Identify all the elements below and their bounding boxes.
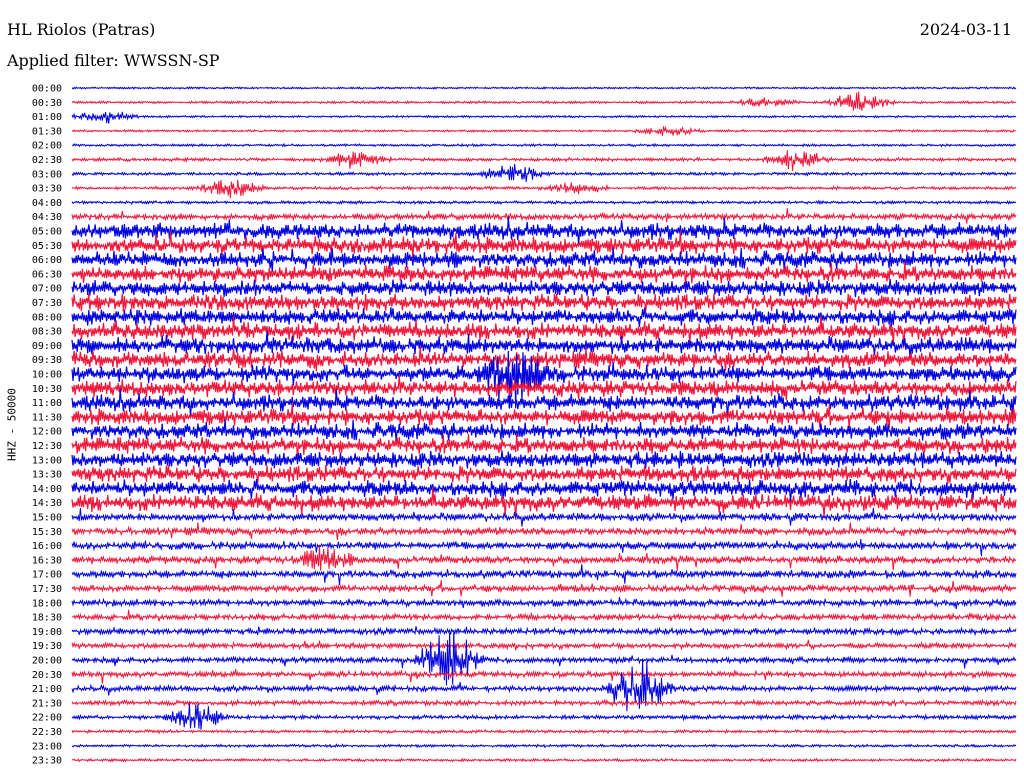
seismic-trace-line	[71, 545, 1017, 571]
time-tick-label: 12:30	[32, 441, 62, 452]
seismic-trace-line	[71, 757, 1017, 763]
seismic-trace-line	[71, 208, 1017, 224]
time-tick-label: 12:00	[32, 427, 62, 438]
time-tick-label: 10:00	[32, 370, 62, 381]
time-tick-label: 11:30	[32, 412, 62, 423]
seismic-trace-line	[71, 85, 1017, 90]
time-tick-label: 07:30	[32, 298, 62, 309]
seismic-trace-line	[71, 698, 1017, 708]
seismic-trace-line	[71, 564, 1017, 586]
time-tick-label: 07:00	[32, 284, 62, 295]
seismic-trace-line	[71, 743, 1017, 749]
time-tick-label: 22:00	[32, 713, 62, 724]
seismic-trace-line	[71, 609, 1017, 623]
time-tick-label: 06:00	[32, 255, 62, 266]
time-tick-label: 19:00	[32, 627, 62, 638]
seismic-trace-line	[71, 307, 1017, 328]
time-tick-label: 11:00	[32, 398, 62, 409]
seismic-trace-line	[71, 388, 1017, 417]
seismic-trace-line	[71, 728, 1017, 735]
seismic-trace-line	[71, 199, 1017, 206]
seismic-trace-line	[71, 216, 1017, 246]
time-tick-label: 13:30	[32, 470, 62, 481]
time-tick-label: 04:30	[32, 212, 62, 223]
time-tick-label: 14:00	[32, 484, 62, 495]
seismic-trace-line	[71, 597, 1017, 610]
time-tick-label: 03:00	[32, 169, 62, 180]
seismic-trace-line	[71, 279, 1017, 298]
time-tick-label: 21:30	[32, 698, 62, 709]
time-tick-label: 14:30	[32, 498, 62, 509]
seismic-trace-line	[71, 150, 1017, 172]
seismic-trace-line	[71, 111, 1017, 124]
time-tick-label: 16:00	[32, 541, 62, 552]
time-tick-label: 18:00	[32, 598, 62, 609]
seismic-trace-line	[71, 125, 1016, 136]
time-tick-label: 21:00	[32, 684, 62, 695]
seismic-trace-line	[71, 538, 1017, 557]
seismic-trace-line	[71, 450, 1017, 469]
seismic-trace-line	[71, 464, 1017, 484]
time-tick-label: 20:30	[32, 670, 62, 681]
seismic-trace-line	[71, 703, 1017, 730]
seismic-trace-line	[71, 639, 1017, 651]
seismic-trace-line	[71, 629, 1017, 686]
time-tick-label: 09:30	[32, 355, 62, 366]
seismic-trace-line	[71, 579, 1017, 597]
time-tick-label: 02:30	[32, 155, 62, 166]
time-tick-label: 08:30	[32, 327, 62, 338]
time-tick-label: 01:00	[32, 112, 62, 123]
helicorder-plot: 00:00 00:30 01:00 01:30 02:00 02:30 03:00 03:30…	[32, 84, 1017, 767]
time-tick-label: 06:30	[32, 269, 62, 280]
time-tick-label: 17:00	[32, 570, 62, 581]
time-tick-label: 03:30	[32, 184, 62, 195]
time-tick-label: 05:00	[32, 227, 62, 238]
seismic-trace-line	[71, 163, 1017, 182]
seismic-trace-line	[71, 669, 1017, 684]
time-tick-label: 23:00	[32, 741, 62, 752]
seismic-trace-line	[71, 293, 1017, 312]
time-tick-label: 01:30	[32, 126, 62, 137]
seismic-trace-line	[71, 625, 1017, 637]
time-tick-label: 22:30	[32, 727, 62, 738]
time-tick-label: 20:00	[32, 656, 62, 667]
time-tick-label: 05:30	[32, 241, 62, 252]
time-tick-label: 13:00	[32, 455, 62, 466]
time-tick-label: 19:30	[32, 641, 62, 652]
time-tick-label: 00:00	[32, 84, 62, 95]
time-tick-label: 16:30	[32, 555, 62, 566]
time-tick-label: 18:30	[32, 613, 62, 624]
seismic-trace-line	[71, 91, 1017, 111]
seismic-trace-line	[71, 522, 1017, 540]
time-tick-label: 09:00	[32, 341, 62, 352]
time-tick-label: 04:00	[32, 198, 62, 209]
time-tick-label: 15:00	[32, 513, 62, 524]
time-tick-label: 08:00	[32, 312, 62, 323]
seismic-trace-line	[71, 179, 1017, 198]
seismic-trace-line	[71, 247, 1017, 272]
time-tick-label: 02:00	[32, 141, 62, 152]
seismic-trace-line	[71, 433, 1017, 459]
seismic-trace-line	[71, 142, 1017, 148]
time-tick-label: 23:30	[32, 756, 62, 767]
time-tick-label: 10:30	[32, 384, 62, 395]
time-tick-label: 15:30	[32, 527, 62, 538]
time-tick-label: 00:30	[32, 98, 62, 109]
time-tick-label: 17:30	[32, 584, 62, 595]
seismic-trace-line	[71, 507, 1017, 527]
